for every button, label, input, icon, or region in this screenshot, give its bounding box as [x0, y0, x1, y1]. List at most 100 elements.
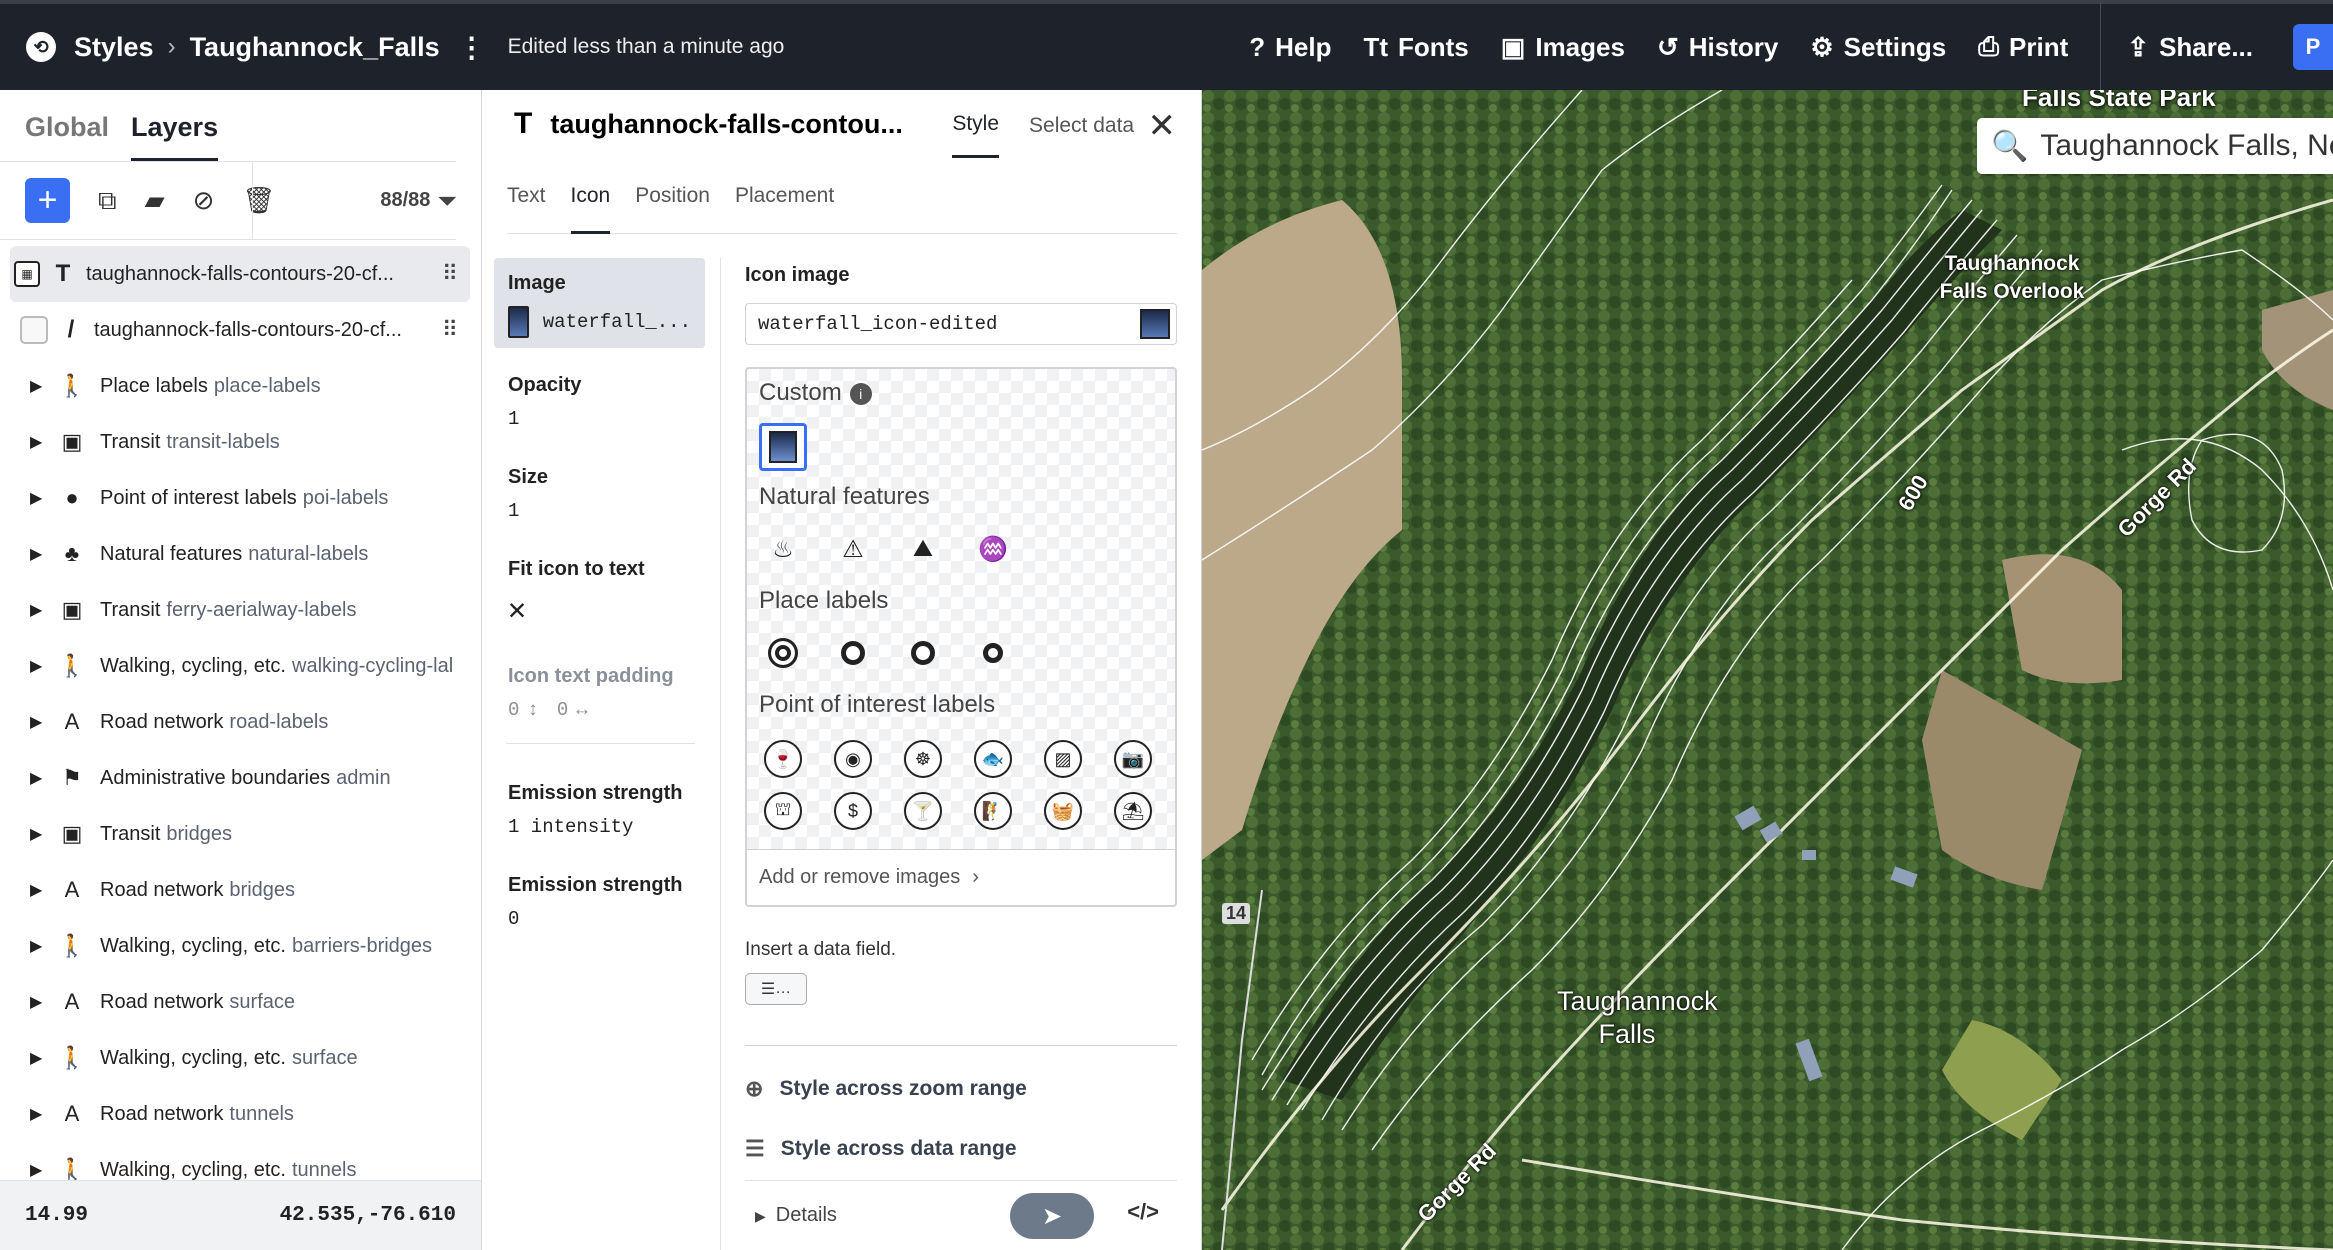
drag-handle-icon[interactable]: ⠿: [442, 317, 458, 343]
tab-text[interactable]: Text: [507, 178, 546, 233]
layer-group-row[interactable]: ▶ A Road network road-labels: [0, 694, 470, 750]
volcano-icon[interactable]: ⛰: [899, 525, 947, 573]
layer-group-row[interactable]: ▶ ▣ Transit transit-labels: [0, 414, 470, 470]
close-icon[interactable]: ✕: [1148, 106, 1177, 146]
style-across-data-button[interactable]: ☰ Style across data range: [745, 1136, 1177, 1162]
expand-caret-icon[interactable]: ▶: [30, 600, 44, 620]
add-remove-images-link[interactable]: Add or remove images ›: [747, 849, 1175, 905]
settings-button[interactable]: ⚙ Settings: [1810, 32, 1946, 63]
stadium-icon[interactable]: ⛫: [759, 787, 807, 835]
property-emission-strength[interactable]: Emission strength 1 intensity: [494, 768, 705, 848]
property-opacity[interactable]: Opacity 1: [494, 360, 705, 440]
layer-group-row[interactable]: ▶ 🚶 Walking, cycling, etc. walking-cycling-…: [0, 638, 470, 694]
expand-caret-icon[interactable]: ▶: [30, 992, 44, 1012]
expand-caret-icon[interactable]: ▶: [30, 1160, 44, 1180]
alcohol-shop-icon[interactable]: 🍷: [759, 735, 807, 783]
village-dot-icon[interactable]: [969, 629, 1017, 677]
art-gallery-icon[interactable]: ▨: [1039, 735, 1087, 783]
property-size[interactable]: Size 1: [494, 452, 705, 532]
layer-group-row[interactable]: ▶ 🚶 Walking, cycling, etc. surface: [0, 1030, 470, 1086]
add-layer-button[interactable]: +: [25, 178, 70, 223]
layer-group-row[interactable]: ▶ ● Point of interest labels poi-labels: [0, 470, 470, 526]
tab-global[interactable]: Global: [25, 112, 109, 161]
share-button[interactable]: ⇪ Share...: [2127, 32, 2253, 63]
expand-caret-icon[interactable]: ▶: [30, 432, 44, 452]
layer-group-row[interactable]: ▶ A Road network tunnels: [0, 1086, 470, 1142]
map-search-input[interactable]: 🔍 Taughannock Falls, Ne: [1977, 118, 2333, 174]
property-icon-text-padding[interactable]: Icon text padding 0 ↕ 0 ↔: [494, 651, 705, 731]
expand-caret-icon[interactable]: ▶: [30, 936, 44, 956]
tab-style[interactable]: Style: [952, 90, 1000, 158]
icon-image-field[interactable]: waterfall_icon-edited: [745, 303, 1177, 345]
property-fit-icon[interactable]: Fit icon to text ✕: [494, 544, 705, 639]
images-button[interactable]: ▣ Images: [1501, 32, 1625, 63]
hide-icon[interactable]: ⊘: [193, 185, 215, 216]
history-button[interactable]: ↺ History: [1657, 32, 1778, 63]
fonts-button[interactable]: Tt Fonts: [1363, 32, 1468, 63]
tab-icon[interactable]: Icon: [570, 178, 611, 234]
help-button[interactable]: ? Help: [1249, 32, 1331, 63]
inspect-pointer-button[interactable]: ➤: [1010, 1193, 1094, 1239]
layer-group-row[interactable]: ▶ ▣ Transit ferry-aerialway-labels: [0, 582, 470, 638]
expand-caret-icon[interactable]: ▶: [30, 1048, 44, 1068]
layer-group-row[interactable]: ▶ ⚑ Administrative boundaries admin: [0, 750, 470, 806]
hot-spring-icon[interactable]: ♨: [759, 525, 807, 573]
aquarium-icon[interactable]: ◉: [829, 735, 877, 783]
style-name[interactable]: Taughannock_Falls: [190, 32, 440, 63]
expand-caret-icon[interactable]: ▶: [30, 544, 44, 564]
layer-group-row[interactable]: ▶ ▣ Transit bridges: [0, 806, 470, 862]
expand-caret-icon[interactable]: ▶: [30, 768, 44, 788]
style-across-zoom-button[interactable]: ⊕ Style across zoom range: [745, 1076, 1177, 1102]
expand-caret-icon[interactable]: ▶: [30, 880, 44, 900]
styles-link[interactable]: Styles: [74, 32, 154, 63]
studio-logo-icon[interactable]: ⟲: [26, 32, 56, 62]
drag-handle-icon[interactable]: ⠿: [442, 261, 458, 287]
map-canvas[interactable]: Falls State Park Taughannock Falls Overl…: [1202, 90, 2333, 1250]
layer-group-row[interactable]: ▶ ♣ Natural features natural-labels: [0, 526, 470, 582]
code-view-icon[interactable]: </>: [1127, 1199, 1159, 1225]
waterfall-icon[interactable]: ♒: [969, 525, 1017, 573]
beach-icon[interactable]: ⛱: [1109, 787, 1157, 835]
insert-data-field-button[interactable]: ☰…: [745, 973, 807, 1005]
climbing-icon[interactable]: 🧗: [969, 787, 1017, 835]
property-image[interactable]: Image waterfall_...: [494, 258, 705, 348]
layer-group-row[interactable]: ▶ 🚶 Walking, cycling, etc. barriers-bridges: [0, 918, 470, 974]
layer-count[interactable]: 88/88 ⏷: [380, 188, 456, 214]
layer-row[interactable]: / taughannock-falls-contours-20-cf... ⠿: [0, 302, 470, 358]
mountain-icon[interactable]: ⚠: [829, 525, 877, 573]
town-dot-icon[interactable]: [899, 629, 947, 677]
bar-icon[interactable]: 🍸: [899, 787, 947, 835]
tab-select-data[interactable]: Select data: [1029, 92, 1134, 157]
print-button[interactable]: ⎙ Print: [1978, 31, 2068, 63]
city-dot-large-icon[interactable]: [759, 629, 807, 677]
folder-icon[interactable]: ▰: [145, 185, 165, 216]
city-dot-icon[interactable]: [829, 629, 877, 677]
property-emission-strength[interactable]: Emission strength 0: [494, 860, 705, 940]
info-icon[interactable]: i: [849, 382, 872, 405]
camera-icon[interactable]: 📷: [1109, 735, 1157, 783]
custom-waterfall-icon[interactable]: [759, 423, 807, 471]
style-menu-icon[interactable]: ⋮: [458, 31, 486, 64]
fish-icon[interactable]: 🐟: [969, 735, 1017, 783]
expand-caret-icon[interactable]: ▶: [30, 488, 44, 508]
basket-icon[interactable]: 🧺: [1039, 787, 1087, 835]
layer-group-row[interactable]: ▶ 🚶 Place labels place-labels: [0, 358, 470, 414]
expand-caret-icon[interactable]: ▶: [30, 1104, 44, 1124]
trash-icon[interactable]: 🗑: [242, 185, 275, 216]
expand-caret-icon[interactable]: ▶: [30, 824, 44, 844]
layer-row[interactable]: ▦ T taughannock-falls-contours-20-cf... …: [10, 246, 470, 302]
expand-caret-icon[interactable]: ▶: [30, 712, 44, 732]
layer-checkbox[interactable]: [20, 316, 48, 344]
tab-placement[interactable]: Placement: [735, 178, 834, 233]
publish-button[interactable]: P: [2293, 24, 2333, 70]
tab-layers[interactable]: Layers: [131, 112, 219, 161]
expand-caret-icon[interactable]: ▶: [30, 376, 44, 396]
duplicate-icon[interactable]: ⧉: [98, 185, 117, 217]
expand-caret-icon[interactable]: ▶: [30, 656, 44, 676]
amusement-park-icon[interactable]: ☸: [899, 735, 947, 783]
tab-position[interactable]: Position: [635, 178, 710, 233]
details-toggle[interactable]: ▶ Details: [755, 1204, 837, 1227]
layer-group-row[interactable]: ▶ A Road network surface: [0, 974, 470, 1030]
bank-icon[interactable]: $: [829, 787, 877, 835]
layer-group-row[interactable]: ▶ A Road network bridges: [0, 862, 470, 918]
